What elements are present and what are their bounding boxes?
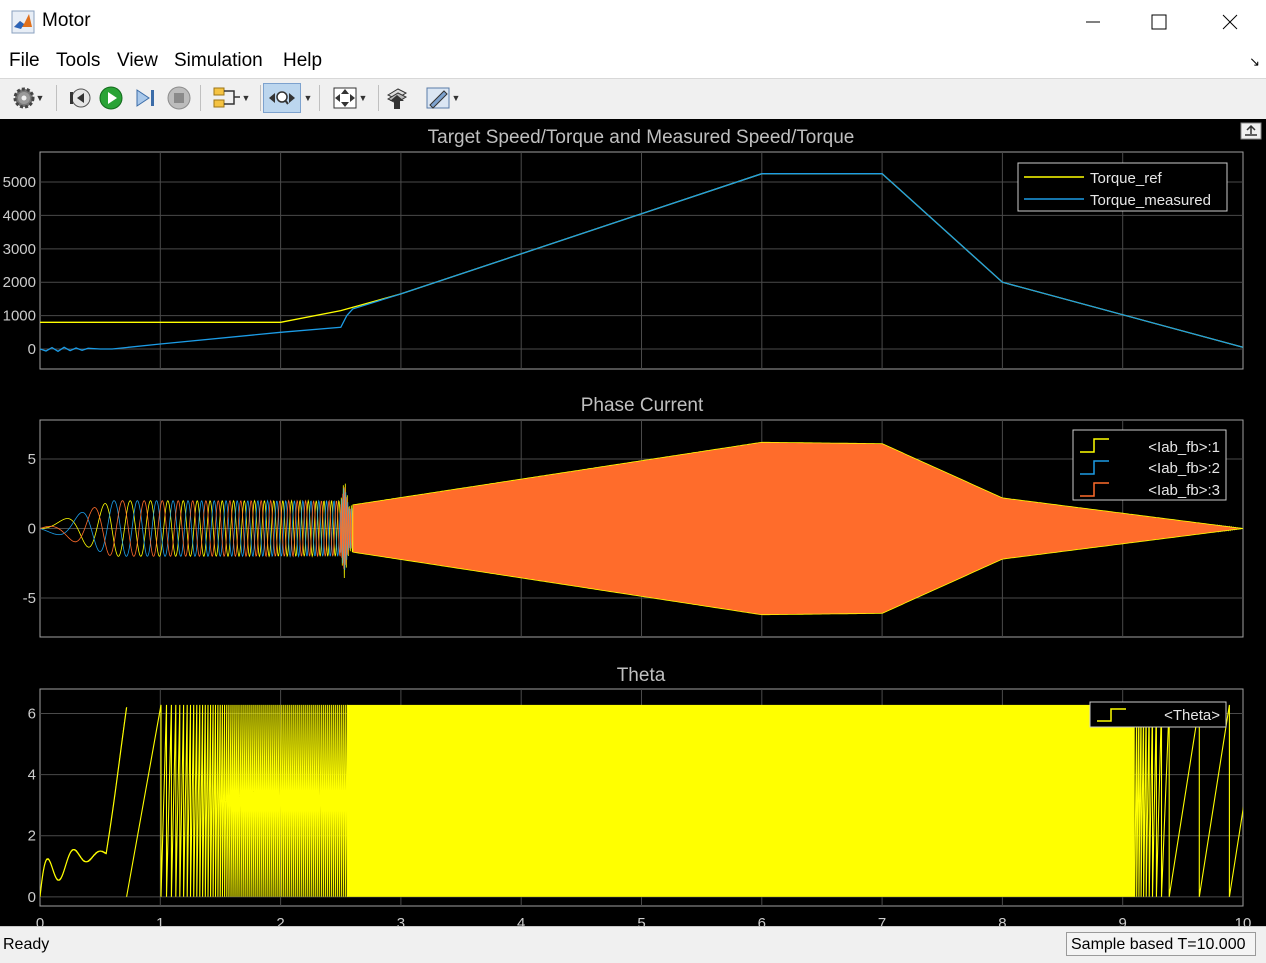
style-icon [426,87,450,109]
y-tick-label: 2000 [3,274,36,291]
status-bar: Ready Sample based T=10.000 [0,926,1266,963]
dock-arrow-icon[interactable]: ↘ [1249,54,1260,70]
legend-label: Torque_measured [1090,192,1211,209]
legend: <Iab_fb>:1 <Iab_fb>:2 <Iab_fb>:3 [1072,429,1227,501]
maximize-icon [1151,14,1167,30]
x-tick-label: 6 [758,915,766,926]
phase-current-plot: -5 0 5 Phase Current <Iab_fb>:1 <Iab_fb>:2… [23,395,1244,638]
x-tick-label: 2 [276,915,284,926]
step-forward-icon [136,89,154,107]
y-tick-label: 5000 [3,174,36,191]
fit-to-view-icon [333,87,357,109]
window-title: Motor [42,10,91,31]
step-forward-button[interactable] [130,83,160,113]
fit-to-view-button[interactable]: ▼ [324,83,374,113]
zoom-button[interactable] [263,83,301,113]
theta-plot: 0 2 4 6 Theta <Theta> 0 1 2 3 4 5 6 7 8 9 10 [28,665,1252,932]
gear-icon [13,87,35,109]
menu-simulation[interactable]: Simulation [174,50,263,72]
legend-label: Torque_ref [1090,170,1163,187]
x-tick-label: 0 [36,915,44,926]
menu-file[interactable]: File [9,50,40,72]
x-tick-label: 3 [397,915,405,926]
step-back-icon [70,88,91,108]
signal-selector-button[interactable]: ▼ [206,83,256,113]
scope-charts: 010002000300040005000 Target Speed/Torqu… [3,122,1262,932]
title-bar: Motor [0,0,1266,44]
maximize-button[interactable] [1127,0,1191,44]
run-icon [99,86,123,110]
run-button[interactable] [96,83,126,113]
settings-button[interactable]: ▼ [6,83,50,113]
menu-view[interactable]: View [117,50,158,72]
legend: Torque_ref Torque_measured [1017,162,1228,212]
legend-label: <Iab_fb>:1 [1148,439,1220,456]
x-tick-label: 10 [1235,915,1252,926]
toolbar: ▼ ▼ ▼ ▼ ▼ [0,78,1266,120]
chevron-down-icon: ▼ [303,93,313,103]
theta-dense-fill [346,704,1135,897]
status-text: Ready [3,936,50,953]
y-tick-label: 0 [28,521,36,538]
x-tick-label: 7 [878,915,886,926]
legend-label: <Iab_fb>:3 [1148,482,1220,499]
y-tick-label: 6 [28,705,36,722]
y-tick-label: 0 [28,889,36,906]
x-tick-label: 9 [1119,915,1127,926]
close-icon [1222,14,1238,30]
y-tick-label: 3000 [3,241,36,258]
minimize-button[interactable] [1061,0,1125,44]
legend: <Theta> [1089,701,1227,728]
plot-title: Theta [617,665,666,686]
y-tick-label: 2 [28,828,36,845]
torque-plot: 0 1000 2000 3000 4000 5000 Target Speed/Torqu… [3,127,1244,370]
x-tick-label: 4 [517,915,525,926]
write-to-workspace-button[interactable] [382,83,412,113]
y-tick-label: 5 [28,451,36,468]
menu-help[interactable]: Help [283,50,322,72]
legend-label: <Iab_fb>:2 [1148,460,1220,477]
y-tick-label: 0 [28,341,36,358]
x-tick-label: 8 [998,915,1006,926]
menu-tools[interactable]: Tools [56,50,100,72]
style-button[interactable]: ▼ [418,83,466,113]
stop-button[interactable] [164,83,194,113]
y-tick-label: 1000 [3,308,36,325]
menu-bar: File Tools View Simulation Help ↘ [0,44,1266,78]
close-button[interactable] [1198,0,1262,44]
plot-title: Target Speed/Torque and Measured Speed/T… [428,127,855,148]
undock-button[interactable] [1240,122,1262,140]
y-tick-label: 4 [28,767,36,784]
step-back-button[interactable] [64,83,94,113]
scope-plot-area: 0 1000 2000 3000 4000 5000 Target Speed/Torqu… [0,119,1266,932]
sample-time-readout: Sample based T=10.000 [1066,932,1256,956]
zoom-icon [269,91,295,105]
zoom-menu-button[interactable]: ▼ [301,83,315,113]
plot-title: Phase Current [581,395,704,416]
stop-icon [167,86,191,110]
write-to-workspace-icon [386,88,408,109]
signal-selector-icon [213,87,240,108]
x-tick-label: 5 [637,915,645,926]
minimize-icon [1086,21,1100,23]
y-tick-label: -5 [23,590,36,607]
y-tick-label: 4000 [3,207,36,224]
matlab-app-icon [11,10,35,34]
x-tick-label: 1 [156,915,164,926]
legend-label: <Theta> [1164,707,1220,724]
